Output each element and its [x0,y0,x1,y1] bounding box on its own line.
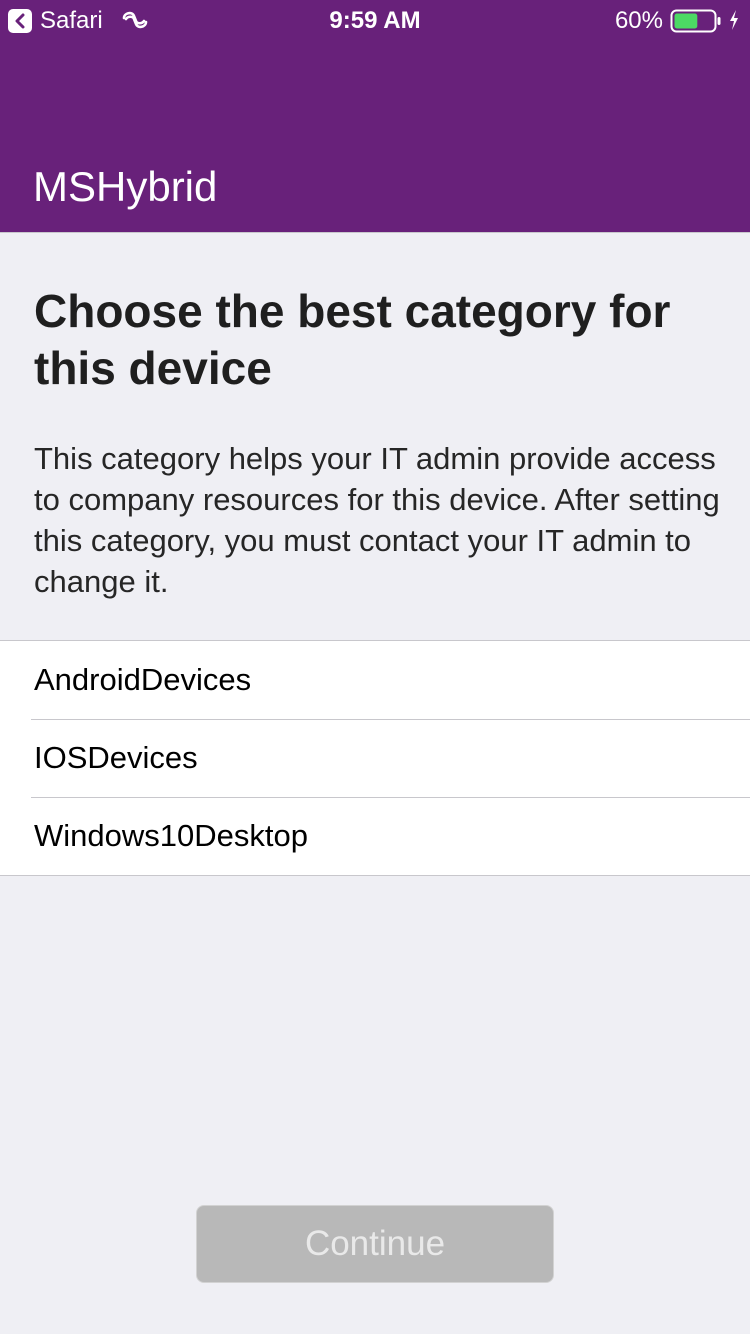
continue-button[interactable]: Continue [196,1205,554,1283]
battery-icon [670,9,722,40]
category-list: AndroidDevices IOSDevices Windows10Deskt… [0,640,750,876]
category-description: This category helps your IT admin provid… [34,441,720,599]
status-bar: Safari 9:59 AM 60% [0,0,750,40]
page-heading: Choose the best category for this device [34,285,671,394]
header-divider [0,232,750,233]
charging-bolt-icon [728,9,740,38]
battery-percentage: 60% [614,7,663,34]
app-header: Safari 9:59 AM 60% MSHybrid [0,0,750,232]
category-item-ios-devices[interactable]: IOSDevices [0,719,750,797]
category-item-windows10-desktop[interactable]: Windows10Desktop [0,797,750,875]
app-title: MSHybrid [33,163,218,210]
category-item-android-devices[interactable]: AndroidDevices [0,641,750,719]
